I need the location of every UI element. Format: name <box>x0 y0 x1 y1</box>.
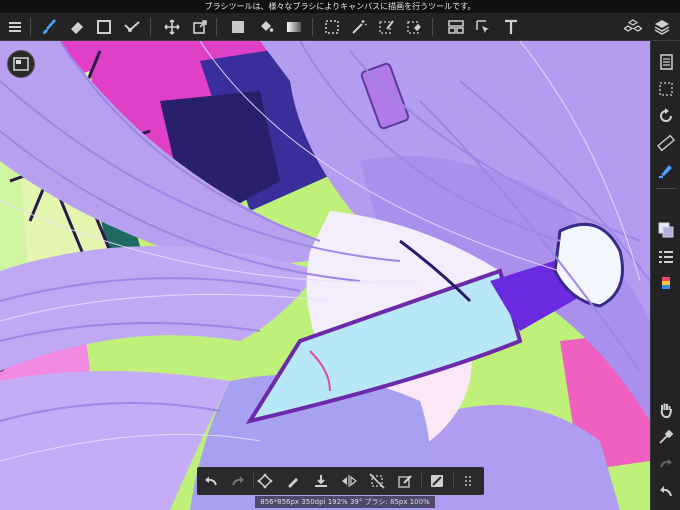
artwork <box>0 41 650 510</box>
shape-tool-button[interactable] <box>92 15 116 39</box>
eyedropper-button[interactable] <box>654 425 678 449</box>
edit-selection-button[interactable] <box>394 470 416 492</box>
bucket-tool-button[interactable] <box>254 15 278 39</box>
more-options-button[interactable] <box>457 470 479 492</box>
toolbar-separator <box>421 473 422 489</box>
magic-wand-button[interactable] <box>347 15 371 39</box>
rectangle-icon <box>97 20 111 34</box>
navigator-icon <box>13 57 29 71</box>
selection-range-button[interactable] <box>654 77 678 101</box>
right-toolbar <box>650 41 680 510</box>
select-eraser-icon <box>407 21 421 34</box>
layer-color-button[interactable] <box>654 218 678 242</box>
brush-tool-button[interactable] <box>37 15 61 39</box>
deselect-icon <box>369 473 385 489</box>
redo-icon <box>660 459 672 468</box>
flip-button[interactable] <box>338 470 360 492</box>
ruler-icon <box>124 21 140 32</box>
flip-icon <box>342 475 357 487</box>
highlighter-button[interactable] <box>654 158 678 182</box>
tool-hint-bar: ブラシツールは、様々なブラシによりキャンバスに描画を行うツールです。 <box>0 0 680 13</box>
transform-icon <box>193 20 207 34</box>
toolbar-separator <box>216 18 217 36</box>
eyedropper-icon <box>659 429 674 444</box>
selection-icon <box>325 20 339 34</box>
toolbar-separator <box>432 18 433 36</box>
selection-tool-button[interactable] <box>320 15 344 39</box>
ruler-button[interactable] <box>654 131 678 155</box>
move-icon <box>164 19 180 35</box>
menu-icon <box>9 22 21 32</box>
ruler-icon <box>657 134 675 152</box>
color-palette-icon <box>662 277 670 289</box>
undo-icon <box>205 476 217 486</box>
gradient-icon <box>287 22 301 32</box>
pages-icon <box>660 54 673 70</box>
layers-icon <box>654 20 670 35</box>
text-icon <box>505 19 517 34</box>
redo-icon <box>232 476 244 486</box>
selection-eraser-button[interactable] <box>403 15 427 39</box>
materials-icon <box>624 19 642 32</box>
menu-button[interactable] <box>3 15 27 39</box>
more-icon <box>464 475 472 487</box>
edit-icon <box>398 475 412 488</box>
save-icon <box>315 475 327 487</box>
eraser-tool-button[interactable] <box>65 15 89 39</box>
navigator-button[interactable] <box>7 50 35 78</box>
transform-button[interactable] <box>254 470 276 492</box>
layer-list-button[interactable] <box>654 245 678 269</box>
toolbar-separator <box>312 18 313 36</box>
redo-button[interactable] <box>227 470 249 492</box>
brush-icon <box>43 19 56 34</box>
operation-tool-button[interactable] <box>471 15 495 39</box>
text-tool-button[interactable] <box>499 15 523 39</box>
magic-wand-icon <box>352 20 367 34</box>
highlighter-icon <box>659 165 672 178</box>
redo-button[interactable] <box>654 452 678 476</box>
quick-action-bar <box>197 467 484 495</box>
hand-tool-button[interactable] <box>654 398 678 422</box>
clear-icon <box>431 475 443 487</box>
eraser-icon <box>71 22 83 34</box>
clear-button[interactable] <box>426 470 448 492</box>
color-palette-button[interactable] <box>654 272 678 296</box>
fill-color-button[interactable] <box>226 15 250 39</box>
deselect-button[interactable] <box>366 470 388 492</box>
select-pen-icon <box>379 20 394 34</box>
main-toolbar <box>0 13 680 41</box>
bucket-icon <box>261 21 274 32</box>
toolbar-separator <box>656 188 676 189</box>
ruler-tool-button[interactable] <box>120 15 144 39</box>
layers-button[interactable] <box>650 15 674 39</box>
undo-icon <box>660 486 672 497</box>
save-button[interactable] <box>310 470 332 492</box>
filter-icon <box>448 20 464 34</box>
canvas-status-readout: 856*856px 350dpi 192% 39° ブラシ: 85px 100% <box>255 496 435 508</box>
pages-button[interactable] <box>654 50 678 74</box>
toolbar-separator <box>30 18 31 36</box>
filter-button[interactable] <box>444 15 468 39</box>
toolbar-separator <box>453 473 454 489</box>
undo-button[interactable] <box>200 470 222 492</box>
move-tool-button[interactable] <box>160 15 184 39</box>
materials-button[interactable] <box>621 15 645 39</box>
hand-icon <box>660 403 672 418</box>
selection-pen-button[interactable] <box>375 15 399 39</box>
layer-color-icon <box>658 222 674 238</box>
undo-button[interactable] <box>654 479 678 503</box>
rotate-icon <box>660 108 672 122</box>
rotate-button[interactable] <box>654 104 678 128</box>
layer-list-icon <box>659 251 673 263</box>
color-swatch-icon <box>232 21 244 33</box>
transform-icon <box>257 473 273 489</box>
transform-tool-button[interactable] <box>188 15 212 39</box>
selection-dots-icon <box>659 82 673 96</box>
pen-button[interactable] <box>282 470 304 492</box>
gradient-tool-button[interactable] <box>282 15 306 39</box>
pen-icon <box>288 478 298 488</box>
toolbar-separator <box>150 18 151 36</box>
pointer-icon <box>476 20 489 33</box>
drawing-canvas[interactable] <box>0 41 650 510</box>
